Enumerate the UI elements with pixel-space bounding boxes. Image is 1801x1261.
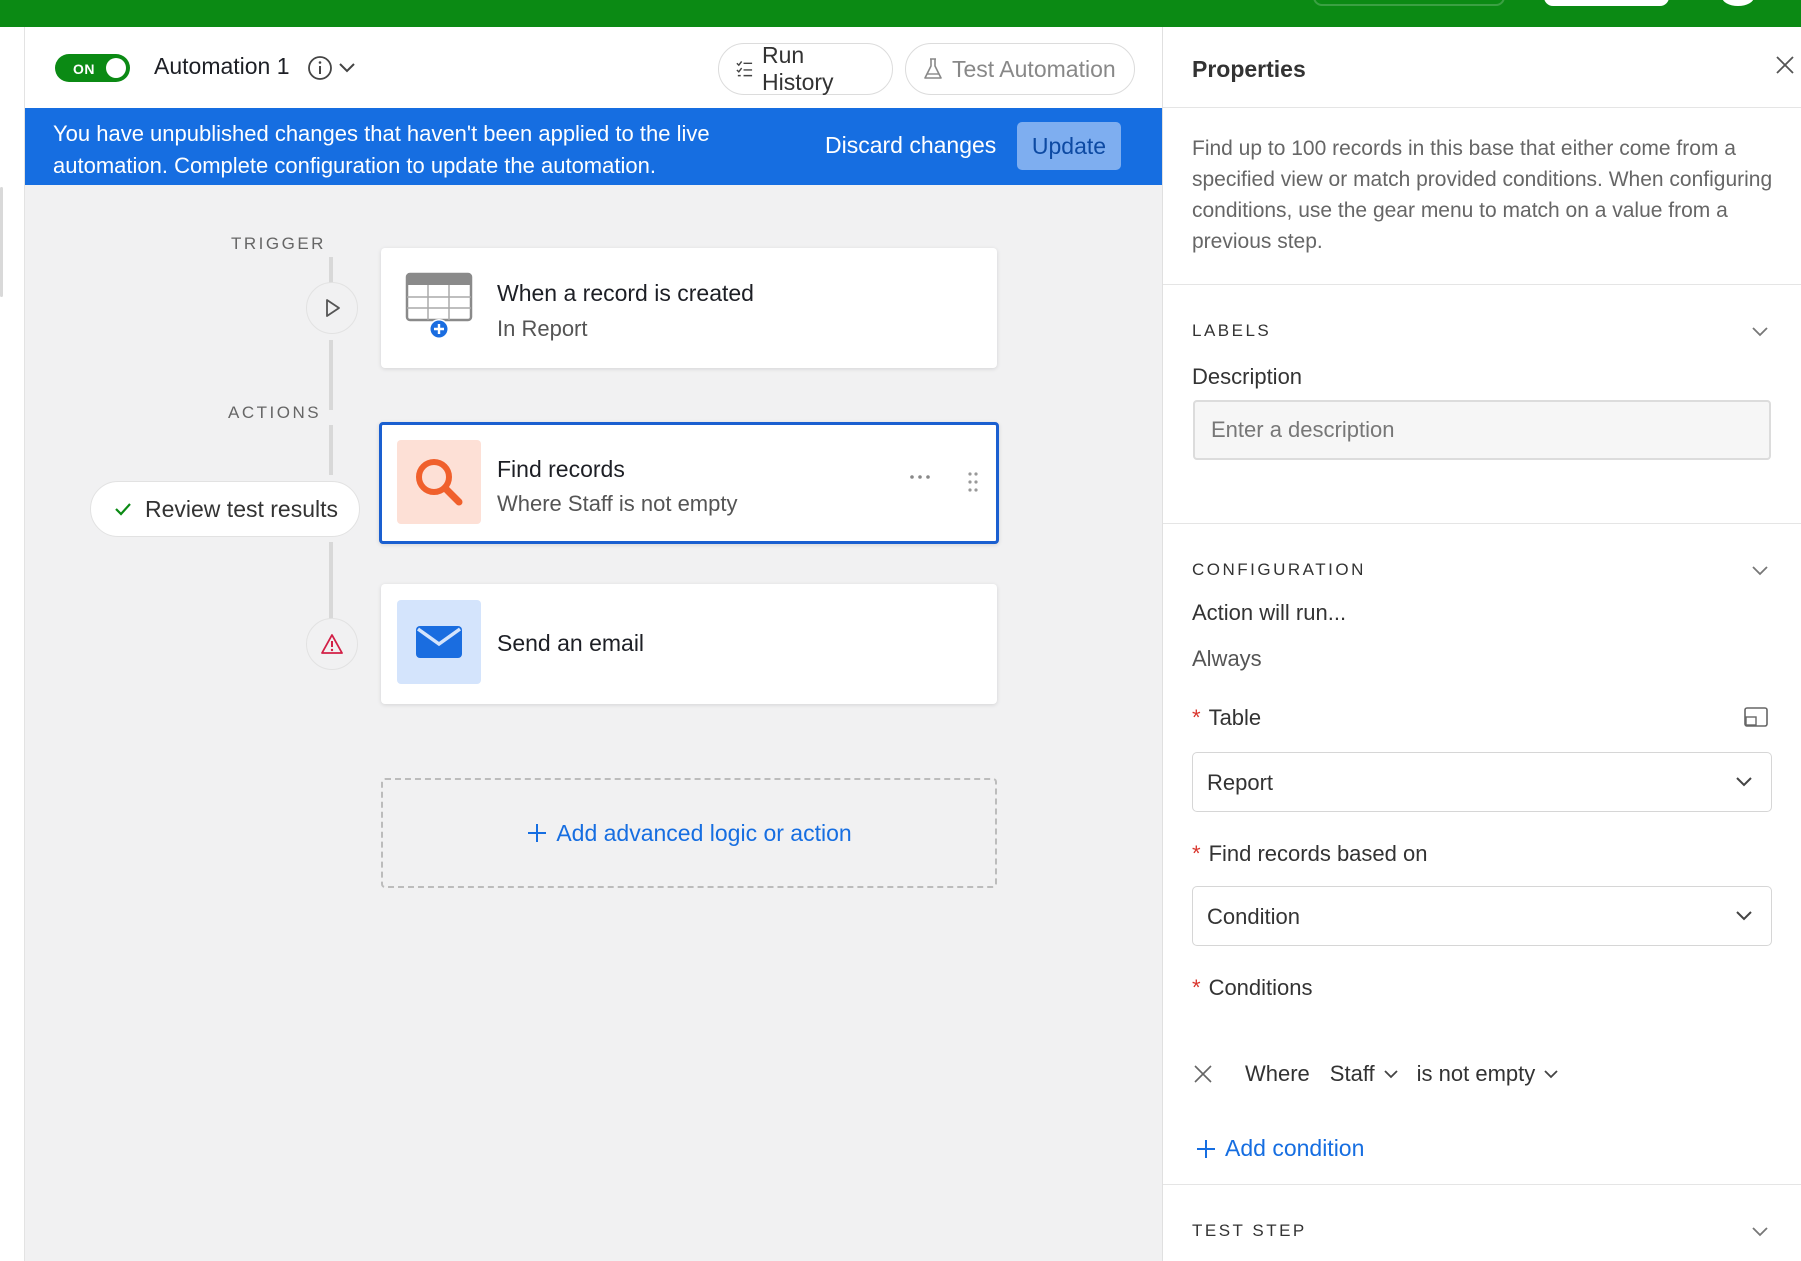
chevron-down-icon[interactable] [1751,564,1769,576]
chevron-down-icon[interactable] [1751,1225,1769,1237]
sidebar-marker [0,187,3,297]
divider [1163,284,1801,285]
toggle-label: ON [73,61,95,77]
condition-operator-select[interactable]: is not empty [1417,1061,1560,1087]
plus-icon [1197,1139,1215,1158]
find-based-on-text: Find records based on [1208,841,1428,866]
find-based-on-label: * Find records based on [1192,841,1428,866]
trigger-card[interactable]: When a record is created In Report [381,248,997,368]
find-based-on-value: Condition [1207,904,1300,929]
find-based-on-select[interactable]: Condition [1192,886,1772,946]
chevron-down-icon [1384,1070,1398,1079]
chevron-down-icon [1735,775,1753,787]
conditions-label: * Conditions [1192,975,1313,1000]
run-history-button[interactable]: Run History [718,42,893,95]
send-email-card[interactable]: Send an email [381,584,997,704]
properties-panel: Properties Find up to 100 records in thi… [1162,27,1801,1261]
automation-toggle[interactable]: ON [55,54,130,82]
warning-icon [321,634,343,654]
table-plus-icon [397,264,481,348]
topbar-button[interactable] [1544,0,1669,6]
panel-title: Properties [1192,56,1306,82]
find-records-card[interactable]: Find records Where Staff is not empty [379,422,999,544]
send-email-title: Send an email [497,630,645,656]
flask-icon [924,58,942,79]
description-label: Description [1192,364,1303,389]
panel-description: Find up to 100 records in this base that… [1192,137,1773,253]
info-icon[interactable] [307,55,333,81]
configuration-section-header[interactable]: CONFIGURATION [1192,560,1366,580]
chevron-down-icon [1735,909,1753,921]
add-advanced-logic-button[interactable]: Add advanced logic or action [381,778,997,888]
test-step-section-header[interactable]: TEST STEP [1192,1221,1307,1241]
condition-row: Where Staff is not empty [1193,1054,1559,1094]
add-logic-label: Add advanced logic or action [556,819,852,846]
add-condition-button[interactable]: Add condition [1195,1135,1364,1162]
action-will-run-value: Always [1192,646,1262,671]
conditions-label-text: Conditions [1208,975,1313,1000]
trigger-subtitle: In Report [497,316,588,341]
avatar[interactable] [1722,0,1754,6]
close-icon[interactable] [1775,55,1795,75]
condition-where: Where [1245,1061,1310,1086]
plus-icon [528,824,547,842]
toggle-knob [106,58,126,78]
more-options-icon[interactable] [909,471,931,483]
table-label-text: Table [1208,705,1262,730]
remove-condition-icon[interactable] [1193,1064,1217,1084]
actions-section-label: ACTIONS [228,403,322,422]
envelope-icon [397,600,481,684]
connector-line [329,425,333,475]
drag-handle-icon[interactable] [967,471,979,493]
connector-line [329,340,333,410]
check-icon [115,503,131,516]
review-label: Review test results [145,495,339,522]
unpublished-changes-banner: You have unpublished changes that haven'… [25,108,1162,185]
top-bar [0,0,1801,27]
automation-header: ON Automation 1 Run History Test Automat… [25,27,1162,109]
trigger-play-button[interactable] [306,282,358,334]
description-input[interactable] [1193,400,1771,460]
divider [1163,107,1801,108]
test-automation-label: Test Automation [952,55,1116,82]
topbar-button[interactable] [1313,0,1505,6]
trigger-section-label: TRIGGER [231,234,326,253]
automation-name[interactable]: Automation 1 [154,53,290,80]
automation-canvas: TRIGGER ACTIONS Review test results When… [25,27,1162,1261]
condition-field: Staff [1329,1061,1375,1086]
search-icon [397,440,481,524]
table-label: * Table [1192,705,1262,730]
table-select[interactable]: Report [1192,752,1772,812]
update-button[interactable]: Update [1017,122,1121,170]
play-icon [326,299,340,317]
labels-section-header[interactable]: LABELS [1192,321,1271,341]
chevron-down-icon [1544,1070,1558,1079]
condition-operator: is not empty [1416,1061,1536,1086]
add-condition-label: Add condition [1225,1135,1365,1161]
discard-changes-button[interactable]: Discard changes [825,132,996,159]
trigger-title: When a record is created [497,280,754,306]
review-test-results-button[interactable]: Review test results [90,481,360,537]
action-will-run-label: Action will run... [1192,600,1347,625]
chevron-down-icon[interactable] [338,61,356,73]
table-select-value: Report [1207,770,1274,795]
find-records-title: Find records [497,456,625,482]
banner-message: You have unpublished changes that haven'… [53,121,710,178]
divider [1163,523,1801,524]
left-sidebar-strip [0,27,25,1261]
test-automation-button[interactable]: Test Automation [905,43,1135,95]
list-check-icon [736,60,753,77]
run-history-label: Run History [761,42,834,95]
chevron-down-icon[interactable] [1751,325,1769,337]
expand-panel-icon[interactable] [1744,707,1768,727]
condition-field-select[interactable]: Staff [1330,1061,1399,1087]
find-records-subtitle: Where Staff is not empty [497,491,738,516]
email-warning-indicator[interactable] [306,618,358,670]
divider [1163,1184,1801,1185]
